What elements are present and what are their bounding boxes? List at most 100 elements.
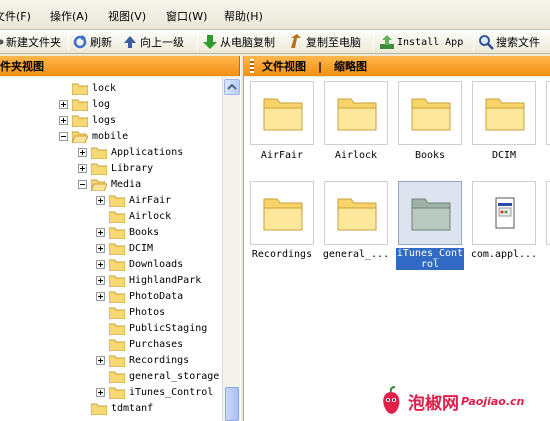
new-folder-button[interactable]: 新建文件夹 bbox=[0, 33, 61, 51]
icon-tile-recordings[interactable] bbox=[250, 181, 314, 245]
icon-tile-dcim[interactable] bbox=[472, 81, 536, 145]
expand-icon[interactable] bbox=[96, 195, 105, 205]
scroll-up-button[interactable] bbox=[224, 79, 240, 95]
collapse-icon[interactable] bbox=[59, 131, 68, 141]
icon-tile-airlock[interactable] bbox=[324, 81, 388, 145]
folder-icon bbox=[109, 339, 125, 351]
icon-label: general_... bbox=[322, 249, 390, 260]
folder-icon bbox=[109, 387, 125, 399]
icon-tile-books[interactable] bbox=[398, 81, 462, 145]
expand-icon[interactable] bbox=[96, 387, 105, 397]
expand-icon[interactable] bbox=[59, 99, 68, 109]
tree-node-label: logs bbox=[92, 114, 117, 126]
expand-icon[interactable] bbox=[96, 355, 105, 365]
tab-file-view[interactable]: 文件视图 bbox=[262, 58, 306, 74]
refresh-button[interactable]: 刷新 bbox=[72, 33, 112, 51]
tree-node-applications[interactable]: Applications bbox=[78, 144, 183, 160]
expand-icon[interactable] bbox=[96, 259, 105, 269]
tree-node-library[interactable]: Library bbox=[78, 160, 153, 176]
tree-node-downloads[interactable]: Downloads bbox=[96, 256, 183, 272]
toolbar-separator bbox=[373, 33, 374, 51]
tree-node-highlandpark[interactable]: HighlandPark bbox=[96, 272, 201, 288]
collapse-icon[interactable] bbox=[78, 179, 87, 189]
folder-icon bbox=[72, 83, 88, 95]
tree-node-mobile[interactable]: mobile bbox=[59, 128, 128, 144]
expand-icon[interactable] bbox=[78, 147, 87, 157]
tree-node-itunes-control[interactable]: iTunes_Control bbox=[96, 384, 213, 400]
tree-node-photos[interactable]: Photos bbox=[96, 304, 165, 320]
folder-icon bbox=[263, 98, 303, 131]
expand-icon[interactable] bbox=[96, 275, 105, 285]
folder-icon bbox=[109, 323, 125, 335]
menu-help[interactable]: 帮助(H) bbox=[224, 8, 263, 24]
menu-bar: 文件(F) 操作(A) 视图(V) 窗口(W) 帮助(H) bbox=[0, 0, 550, 30]
icon-label: Airlock bbox=[334, 150, 378, 161]
folder-icon bbox=[72, 115, 88, 127]
tree-node-purchases[interactable]: Purchases bbox=[96, 336, 183, 352]
icon-tile-partial[interactable] bbox=[546, 181, 550, 245]
tree-node-label: general_storage bbox=[129, 370, 220, 382]
tree-node-lock[interactable]: lock bbox=[59, 80, 116, 96]
copy-to-pc-button[interactable]: 复制至电脑 bbox=[288, 33, 361, 51]
icon-label: DCIM bbox=[491, 150, 517, 161]
expand-icon[interactable] bbox=[96, 227, 105, 237]
pepper-logo-icon bbox=[383, 386, 400, 414]
tree-node-label: lock bbox=[92, 82, 117, 94]
tree-node-photodata[interactable]: PhotoData bbox=[96, 288, 183, 304]
icon-tile-airfair[interactable] bbox=[250, 81, 314, 145]
menu-view[interactable]: 视图(V) bbox=[108, 8, 146, 24]
tree-node-dcim[interactable]: DCIM bbox=[96, 240, 153, 256]
scroll-thumb[interactable] bbox=[225, 387, 239, 421]
menu-file[interactable]: 文件(F) bbox=[0, 8, 31, 24]
tab-divider: | bbox=[318, 59, 323, 73]
expand-icon[interactable] bbox=[78, 163, 87, 173]
folder-icon bbox=[109, 259, 125, 271]
tree-node-publicstaging[interactable]: PublicStaging bbox=[96, 320, 207, 336]
folder-icon bbox=[91, 147, 107, 159]
tab-thumbnails[interactable]: 缩略图 bbox=[334, 58, 367, 74]
icon-tile-partial[interactable] bbox=[546, 81, 550, 145]
menu-window[interactable]: 窗口(W) bbox=[166, 8, 207, 24]
icon-tile-com-apple[interactable] bbox=[472, 181, 536, 245]
copy-to-pc-label: 复制至电脑 bbox=[306, 36, 361, 49]
tree-node-label: Airlock bbox=[129, 210, 172, 222]
open-folder-icon bbox=[91, 179, 107, 191]
folder-icon bbox=[109, 211, 125, 223]
tree-node-media[interactable]: Media bbox=[78, 176, 142, 192]
tree-node-general-storage[interactable]: general_storage bbox=[96, 368, 219, 384]
expand-icon[interactable] bbox=[59, 115, 68, 125]
copy-arrow-icon bbox=[291, 34, 301, 48]
toolbar: 新建文件夹 刷新 向上一级 从电脑复制 复制至电脑 Install App 搜索… bbox=[0, 30, 550, 54]
tree-node-airfair[interactable]: AirFair bbox=[96, 192, 171, 208]
tree-node-recordings[interactable]: Recordings bbox=[96, 352, 189, 368]
grip-icon bbox=[250, 59, 254, 73]
folder-icon bbox=[337, 98, 377, 131]
new-folder-icon bbox=[0, 39, 4, 45]
folder-icon bbox=[109, 371, 125, 383]
file-icon-view: AirFair Airlock Books DCIM Recordings ge… bbox=[244, 77, 550, 421]
tree-node-airlock[interactable]: Airlock bbox=[96, 208, 171, 224]
icon-tile-general-storage[interactable] bbox=[324, 181, 388, 245]
tree-node-log[interactable]: log bbox=[59, 96, 110, 112]
tree-node-label: tdmtanf bbox=[111, 402, 154, 414]
copy-from-pc-label: 从电脑复制 bbox=[220, 36, 275, 49]
up-level-button[interactable]: 向上一级 bbox=[122, 33, 184, 51]
icon-tile-itunes-control[interactable] bbox=[398, 181, 462, 245]
expand-icon[interactable] bbox=[96, 291, 105, 301]
folder-icon bbox=[411, 98, 451, 131]
tree-node-logs[interactable]: logs bbox=[59, 112, 116, 128]
tree-node-books[interactable]: Books bbox=[96, 224, 159, 240]
tree-scrollbar[interactable] bbox=[222, 77, 240, 421]
folder-icon bbox=[109, 291, 125, 303]
folder-icon bbox=[109, 195, 125, 207]
icon-label: Books bbox=[414, 150, 446, 161]
tree-node-label: log bbox=[92, 98, 111, 110]
copy-from-pc-button[interactable]: 从电脑复制 bbox=[202, 33, 275, 51]
folder-icon bbox=[109, 227, 125, 239]
tree-node-tdmtanf[interactable]: tdmtanf bbox=[78, 400, 153, 416]
menu-action[interactable]: 操作(A) bbox=[50, 8, 88, 24]
search-file-button[interactable]: 搜索文件 bbox=[478, 33, 540, 51]
install-app-button[interactable]: Install App bbox=[379, 33, 463, 51]
tree-node-label: mobile bbox=[92, 130, 129, 142]
expand-icon[interactable] bbox=[96, 243, 105, 253]
